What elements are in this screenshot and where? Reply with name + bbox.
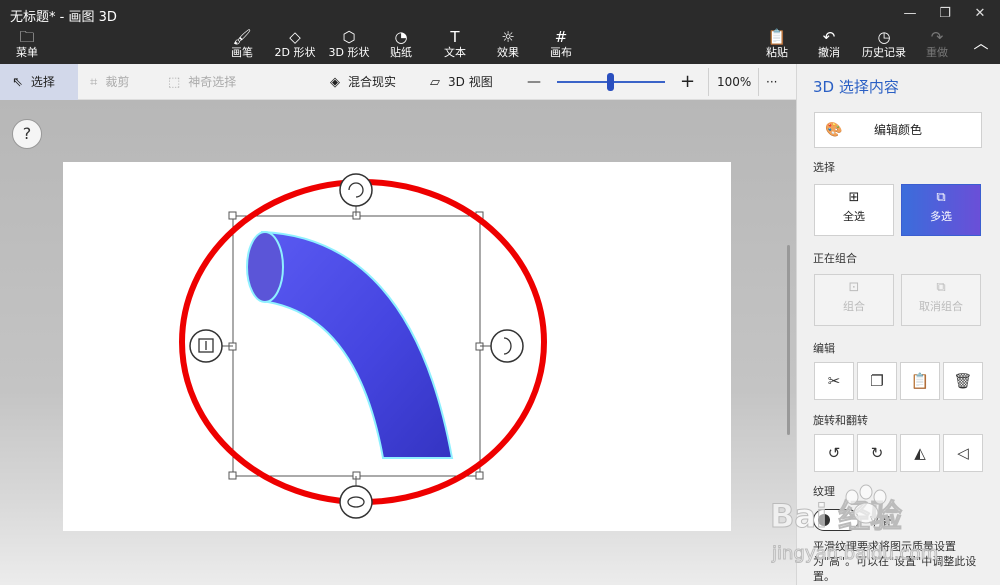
clipboard-icon: 📋 [910, 372, 930, 390]
select-section-label: 选择 [813, 161, 835, 174]
push-depth-handle[interactable] [189, 329, 223, 363]
cut-button[interactable]: ✂ [814, 362, 854, 400]
baidu-watermark: Bai 经验 jingyan.baidu.com [770, 484, 939, 565]
palette-icon: 🎨 [825, 122, 843, 138]
edit-color-button[interactable]: 🎨 编辑颜色 [814, 112, 982, 148]
rotate-z-handle[interactable] [339, 173, 373, 207]
tube-end-cap [246, 231, 284, 303]
delete-button[interactable]: 🗑 [943, 362, 983, 400]
bent-tube-shape[interactable] [260, 230, 454, 459]
undo-button[interactable]: ↶ 撤消 [812, 28, 846, 64]
copy-button[interactable]: ❐ [857, 362, 897, 400]
group-button[interactable]: ⊡ 组合 [814, 274, 894, 326]
rotate-y-handle[interactable] [490, 329, 524, 363]
edit-section-label: 编辑 [813, 342, 835, 355]
multi-select-button[interactable]: ⧉ 多选 [901, 184, 981, 236]
flip-horizontal-button[interactable]: ◭ [900, 434, 940, 472]
flip-vertical-button[interactable]: ◁ [943, 434, 983, 472]
restore-icon[interactable]: ❐ [930, 4, 960, 24]
ungroup-icon: ⧉ [936, 280, 946, 295]
redo-icon: ↷ [930, 28, 944, 46]
rotate-left-icon: ↺ [827, 444, 841, 462]
flip-vertical-icon: ◁ [957, 444, 969, 462]
ungroup-button[interactable]: ⧉ 取消组合 [901, 274, 981, 326]
select-all-button[interactable]: ⊞ 全选 [814, 184, 894, 236]
multi-select-icon: ⧉ [936, 190, 946, 205]
history-button[interactable]: ◷ 历史记录 [856, 28, 912, 64]
scissors-icon: ✂ [827, 372, 841, 390]
select-all-icon: ⊞ [848, 190, 860, 205]
rotate-right-button[interactable]: ↻ [857, 434, 897, 472]
rotate-x-handle[interactable] [339, 485, 373, 519]
scene-overlay [179, 173, 547, 519]
panel-title: 3D 选择内容 [813, 78, 899, 96]
redo-button[interactable]: ↷ 重做 [920, 28, 954, 64]
paste-button-panel[interactable]: 📋 [900, 362, 940, 400]
history-icon: ◷ [877, 28, 891, 46]
minimize-icon[interactable]: — [895, 4, 925, 24]
grouping-section-label: 正在组合 [813, 252, 857, 265]
rotate-right-icon: ↻ [870, 444, 884, 462]
flip-horizontal-icon: ◭ [914, 444, 926, 462]
copy-icon: ❐ [870, 372, 884, 390]
undo-icon: ↶ [822, 28, 836, 46]
trash-icon: 🗑 [953, 372, 973, 390]
collapse-ribbon-button[interactable]: ︿ [968, 28, 994, 64]
rotate-section-label: 旋转和翻转 [813, 414, 868, 427]
chevron-up-icon: ︿ [973, 34, 989, 52]
group-icon: ⊡ [848, 280, 860, 295]
close-icon[interactable]: ✕ [965, 4, 995, 24]
rotate-left-button[interactable]: ↺ [814, 434, 854, 472]
watermark-url: jingyan.baidu.com [771, 543, 938, 564]
